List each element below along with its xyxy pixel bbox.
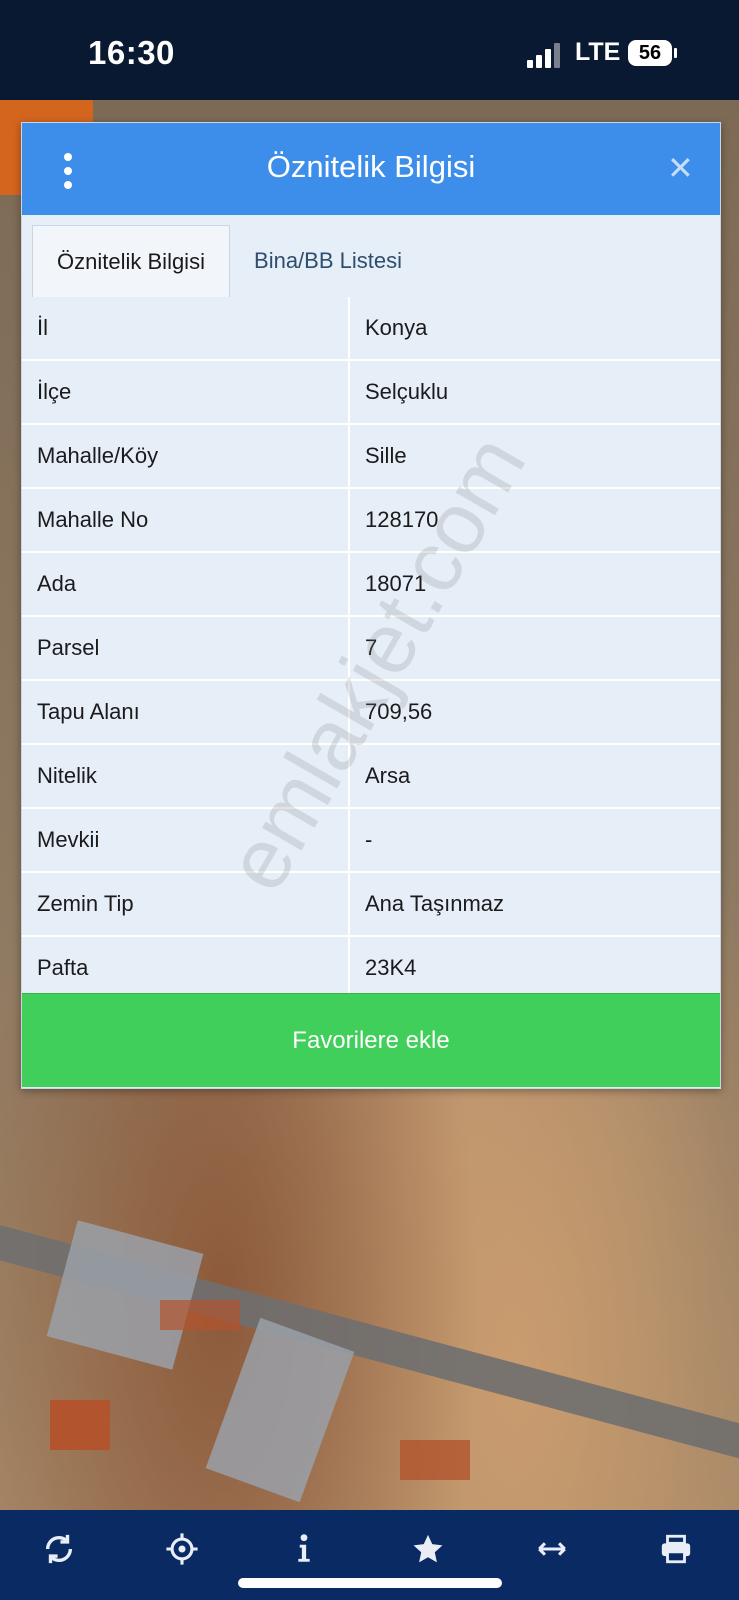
row-key: İl <box>37 315 48 340</box>
row-value: - <box>365 827 373 852</box>
map-roof <box>50 1400 110 1450</box>
battery-icon: 56 <box>628 40 677 66</box>
row-key: Nitelik <box>37 763 97 788</box>
network-type: LTE <box>575 38 621 66</box>
tab-attribute-info[interactable]: Öznitelik Bilgisi <box>32 225 230 298</box>
map-roof <box>160 1300 240 1330</box>
row-key: Pafta <box>37 955 89 980</box>
status-bar: 16:30 LTE 56 <box>0 0 739 100</box>
table-row: Zemin Tip Ana Taşınmaz <box>22 873 720 937</box>
table-row: Mahalle No 128170 <box>22 489 720 553</box>
row-key: Zemin Tip <box>37 891 134 916</box>
row-value: Konya <box>365 315 428 340</box>
print-icon[interactable] <box>654 1532 698 1572</box>
row-key: Tapu Alanı <box>37 699 140 724</box>
attribute-dialog: Öznitelik Bilgisi ✕ Öznitelik Bilgisi Bi… <box>21 122 721 1089</box>
signal-icon <box>527 42 563 68</box>
table-row: Mevkii - <box>22 809 720 873</box>
locate-icon[interactable] <box>160 1532 204 1572</box>
dialog-header: Öznitelik Bilgisi ✕ <box>22 123 720 215</box>
tab-bar: Öznitelik Bilgisi Bina/BB Listesi <box>22 215 720 298</box>
dialog-title: Öznitelik Bilgisi <box>266 149 476 184</box>
info-icon[interactable] <box>282 1532 326 1572</box>
close-icon[interactable]: ✕ <box>667 149 694 187</box>
table-row: Mahalle/Köy Sille <box>22 425 720 489</box>
row-value: Sille <box>365 443 407 468</box>
row-key: Ada <box>37 571 77 596</box>
row-key: Mahalle/Köy <box>37 443 159 468</box>
row-key: İlçe <box>37 379 72 404</box>
add-to-favorites-button[interactable]: Favorilere ekle <box>22 993 720 1087</box>
map-roof <box>400 1440 470 1480</box>
table-row: Pafta 23K4 <box>22 937 720 1001</box>
home-indicator[interactable] <box>238 1578 502 1588</box>
row-key: Mahalle No <box>37 507 149 532</box>
table-row: İlçe Selçuklu <box>22 361 720 425</box>
measure-icon[interactable] <box>530 1532 574 1572</box>
refresh-icon[interactable] <box>37 1532 81 1572</box>
clock: 16:30 <box>88 34 175 71</box>
star-icon[interactable] <box>406 1532 450 1572</box>
row-key: Mevkii <box>37 827 100 852</box>
row-key: Parsel <box>37 635 100 660</box>
table-row: İl Konya <box>22 297 720 361</box>
row-value: Ana Taşınmaz <box>365 891 505 916</box>
row-value: Selçuklu <box>365 379 449 404</box>
tab-building-list[interactable]: Bina/BB Listesi <box>238 225 418 297</box>
row-value: 23K4 <box>365 955 417 980</box>
